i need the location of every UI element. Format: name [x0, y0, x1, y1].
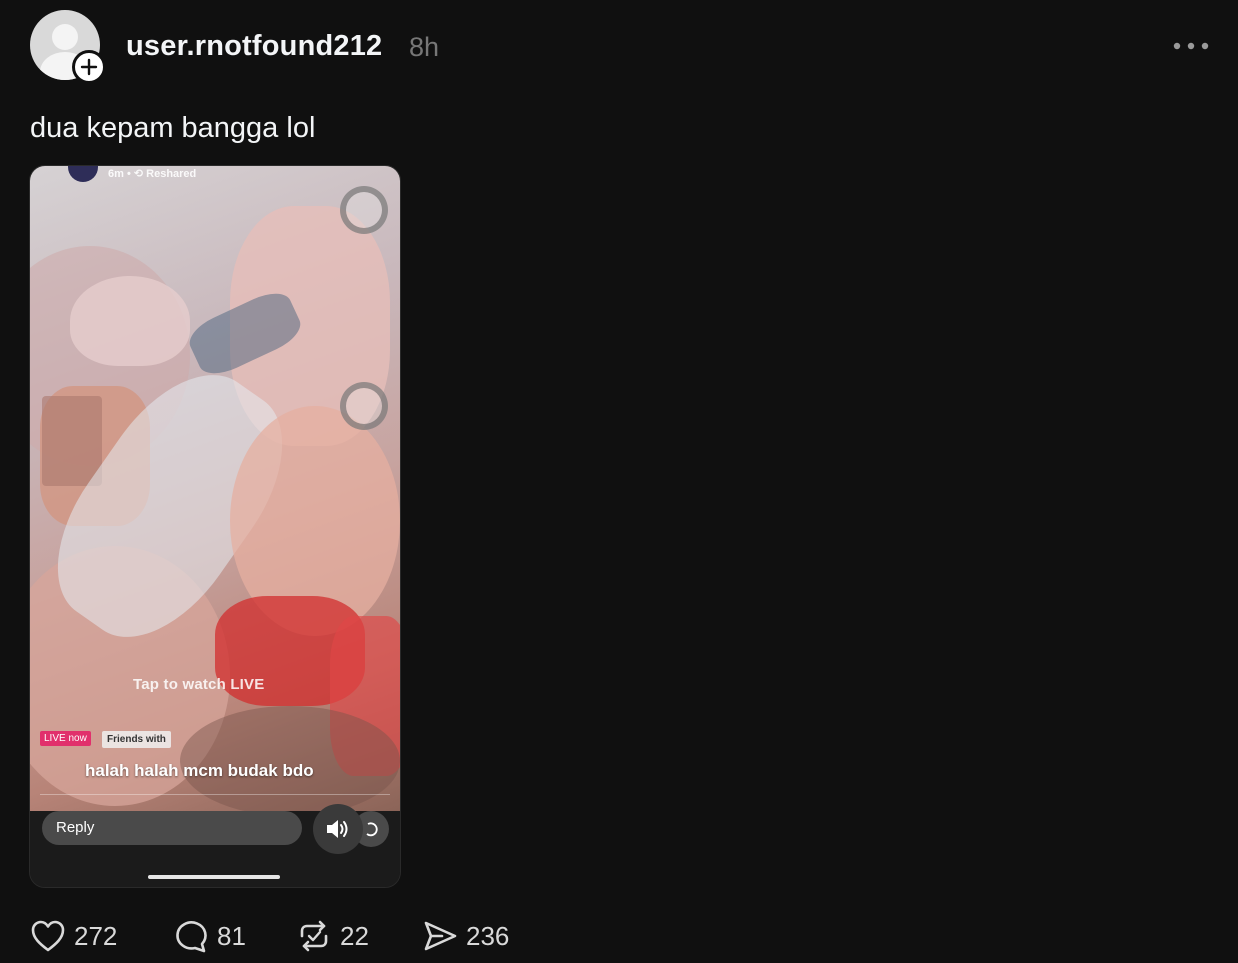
thread-post: user.rnotfound212 8h dua kepam bangga lo…: [0, 0, 1238, 963]
repost-button[interactable]: 22: [296, 919, 422, 953]
author-username[interactable]: user.rnotfound212: [126, 30, 382, 63]
repost-icon: [300, 920, 328, 952]
sound-toggle-button[interactable]: [313, 804, 363, 854]
comment-count: 81: [217, 920, 246, 951]
refresh-icon: [366, 822, 378, 837]
follow-button[interactable]: [72, 50, 106, 84]
tap-to-watch-live-label: Tap to watch LIVE: [133, 676, 265, 693]
friends-with-badge: Friends with: [102, 731, 171, 748]
sticker-ring-top: [340, 186, 388, 234]
speaker-icon: [327, 820, 348, 838]
like-button[interactable]: 272: [30, 919, 173, 953]
like-count: 272: [74, 920, 118, 951]
post-caption: dua kepam bangga lol: [30, 112, 316, 144]
live-now-badge: LIVE now: [40, 731, 91, 746]
send-icon: [424, 921, 457, 951]
plus-icon: [80, 58, 98, 76]
video-frame: [30, 166, 400, 816]
home-indicator: [148, 875, 280, 879]
reshare-meta: 6m • ⟲ Reshared: [108, 168, 197, 180]
heart-icon: [31, 920, 65, 952]
video-overlay-text: halah halah mcm budak bdo: [85, 761, 314, 780]
repost-count: 22: [340, 920, 369, 951]
post-media-video[interactable]: 6m • ⟲ Reshared Tap to watch LIVE LIVE n…: [29, 165, 401, 888]
comment-bubble-icon: [176, 921, 207, 953]
sticker-ring-middle: [340, 382, 388, 430]
comment-button[interactable]: 81: [173, 919, 296, 953]
more-horizontal-icon: [1173, 42, 1209, 50]
share-count: 236: [466, 920, 510, 951]
post-actions: 272 81 22 236: [30, 916, 509, 956]
video-divider: [40, 794, 390, 795]
author-avatar[interactable]: [30, 10, 106, 84]
reply-field[interactable]: Reply: [42, 811, 302, 845]
more-options-button[interactable]: [1170, 32, 1212, 60]
share-button[interactable]: 236: [422, 919, 509, 953]
post-timestamp: 8h: [409, 32, 440, 62]
